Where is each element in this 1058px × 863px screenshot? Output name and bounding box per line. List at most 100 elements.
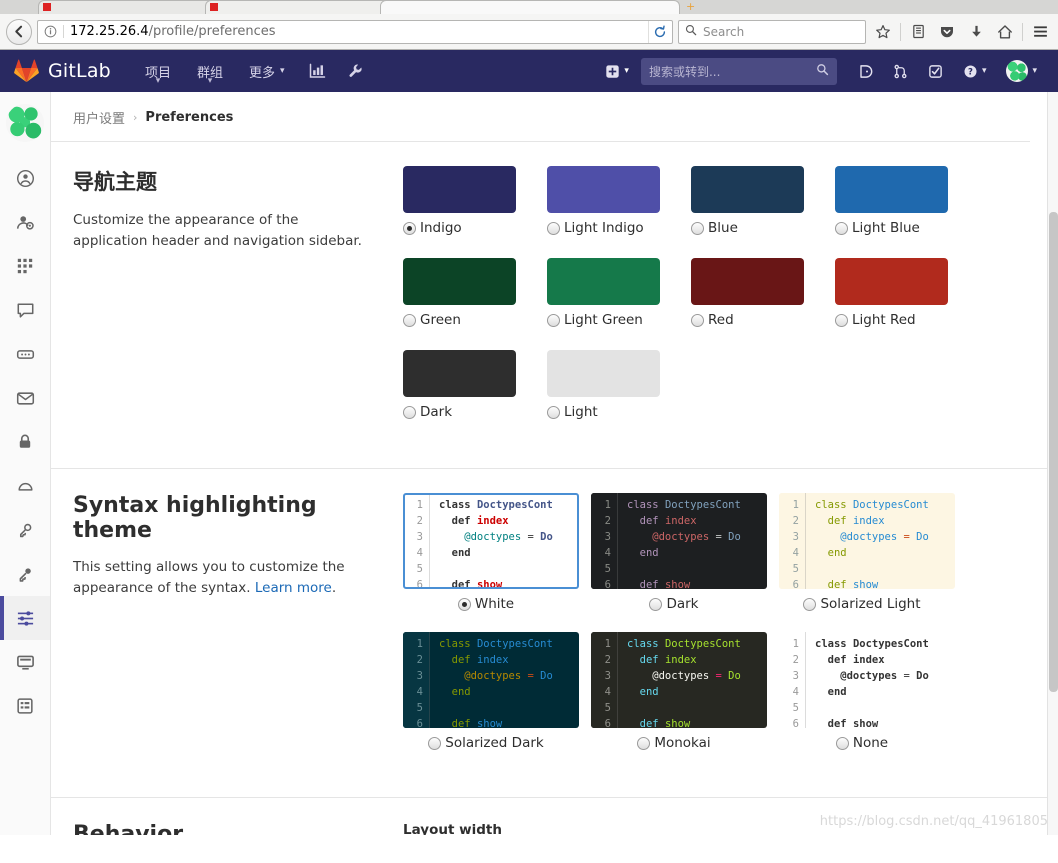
sidebar-item-authentication-log[interactable] bbox=[0, 684, 50, 728]
sidebar-item-chat[interactable] bbox=[0, 288, 50, 332]
syntax-theme-option[interactable]: 1 2 3 4 5 6 class DoctypesCont def index … bbox=[591, 493, 779, 612]
syntax-theme-radio[interactable] bbox=[457, 597, 471, 611]
url-text[interactable]: 172.25.26.4/profile/preferences bbox=[70, 24, 648, 39]
library-button[interactable] bbox=[906, 20, 930, 44]
nav-theme-radio[interactable] bbox=[547, 221, 560, 235]
nav-theme-option[interactable]: Blue bbox=[691, 166, 835, 236]
nav-projects[interactable]: 项目 ▾ bbox=[133, 50, 183, 92]
create-new-button[interactable]: ▾ bbox=[597, 57, 637, 85]
nav-theme-label[interactable]: Dark bbox=[403, 404, 547, 420]
syntax-theme-option[interactable]: 1 2 3 4 5 6 class DoctypesCont def index … bbox=[779, 632, 967, 751]
nav-theme-label[interactable]: Indigo bbox=[403, 220, 547, 236]
info-circle-icon[interactable] bbox=[44, 25, 64, 38]
nav-theme-option[interactable]: Red bbox=[691, 258, 835, 328]
nav-theme-label[interactable]: Light Green bbox=[547, 312, 691, 328]
nav-theme-label[interactable]: Light bbox=[547, 404, 691, 420]
syntax-theme-label[interactable]: Monokai bbox=[591, 735, 779, 751]
sidebar-item-password[interactable] bbox=[0, 420, 50, 464]
sidebar-item-account[interactable] bbox=[0, 200, 50, 244]
nav-theme-radio[interactable] bbox=[691, 221, 704, 235]
sidebar-item-gpg-keys[interactable] bbox=[0, 552, 50, 596]
syntax-theme-preview[interactable]: 1 2 3 4 5 6 class DoctypesCont def index … bbox=[403, 493, 579, 589]
syntax-theme-preview[interactable]: 1 2 3 4 5 6 class DoctypesCont def index … bbox=[403, 632, 579, 728]
sidebar-item-access-tokens[interactable] bbox=[0, 332, 50, 376]
nav-theme-option[interactable]: Light Green bbox=[547, 258, 691, 328]
profile-avatar[interactable] bbox=[6, 104, 44, 142]
gitlab-search-box[interactable]: 搜索或转到... bbox=[640, 57, 837, 85]
syntax-theme-label[interactable]: Solarized Light bbox=[779, 596, 967, 612]
sidebar-item-profile[interactable] bbox=[0, 156, 50, 200]
nav-theme-swatch[interactable] bbox=[835, 166, 948, 213]
syntax-theme-label[interactable]: Dark bbox=[591, 596, 779, 612]
nav-theme-radio[interactable] bbox=[691, 313, 704, 327]
help-button[interactable]: ? ▾ bbox=[954, 50, 996, 92]
user-menu-button[interactable]: ▾ bbox=[997, 50, 1046, 92]
syntax-theme-radio[interactable] bbox=[637, 736, 651, 750]
breadcrumb-parent[interactable]: 用户设置 bbox=[73, 108, 125, 127]
nav-theme-radio[interactable] bbox=[547, 313, 560, 327]
syntax-theme-radio[interactable] bbox=[803, 597, 817, 611]
nav-theme-swatch[interactable] bbox=[547, 166, 660, 213]
syntax-theme-radio[interactable] bbox=[835, 736, 849, 750]
nav-theme-label[interactable]: Light Blue bbox=[835, 220, 979, 236]
scrollbar-thumb[interactable] bbox=[1049, 212, 1058, 692]
syntax-theme-preview[interactable]: 1 2 3 4 5 6 class DoctypesCont def index … bbox=[591, 632, 767, 728]
nav-theme-label[interactable]: Light Red bbox=[835, 312, 979, 328]
url-bar[interactable]: 172.25.26.4/profile/preferences bbox=[37, 19, 673, 44]
nav-theme-swatch[interactable] bbox=[835, 258, 948, 305]
nav-theme-radio[interactable] bbox=[403, 405, 416, 419]
syntax-theme-preview[interactable]: 1 2 3 4 5 6 class DoctypesCont def index … bbox=[779, 493, 955, 589]
downloads-button[interactable] bbox=[964, 20, 988, 44]
nav-theme-option[interactable]: Dark bbox=[403, 350, 547, 420]
sidebar-item-active-sessions[interactable] bbox=[0, 640, 50, 684]
sidebar-item-applications[interactable] bbox=[0, 244, 50, 288]
nav-theme-radio[interactable] bbox=[403, 221, 416, 235]
nav-theme-option[interactable]: Light bbox=[547, 350, 691, 420]
nav-theme-label[interactable]: Blue bbox=[691, 220, 835, 236]
gitlab-home-link[interactable]: GitLab bbox=[14, 59, 111, 83]
nav-theme-option[interactable]: Light Indigo bbox=[547, 166, 691, 236]
nav-theme-swatch[interactable] bbox=[691, 166, 804, 213]
nav-theme-label[interactable]: Green bbox=[403, 312, 547, 328]
nav-theme-option[interactable]: Light Blue bbox=[835, 166, 979, 236]
nav-theme-option[interactable]: Light Red bbox=[835, 258, 979, 328]
nav-theme-swatch[interactable] bbox=[547, 258, 660, 305]
learn-more-link[interactable]: Learn more bbox=[255, 580, 332, 596]
sidebar-item-emails[interactable] bbox=[0, 376, 50, 420]
new-tab-button[interactable]: + bbox=[686, 1, 695, 13]
nav-theme-option[interactable]: Indigo bbox=[403, 166, 547, 236]
nav-more[interactable]: 更多 ▾ bbox=[237, 50, 297, 92]
nav-activity[interactable] bbox=[299, 50, 336, 92]
menu-button[interactable] bbox=[1028, 20, 1052, 44]
nav-theme-radio[interactable] bbox=[403, 313, 416, 327]
bookmark-star-button[interactable] bbox=[871, 20, 895, 44]
browser-search-bar[interactable]: Search bbox=[678, 19, 866, 44]
nav-theme-swatch[interactable] bbox=[403, 258, 516, 305]
pocket-button[interactable] bbox=[935, 20, 959, 44]
sidebar-item-ssh-keys[interactable] bbox=[0, 508, 50, 552]
reload-button[interactable] bbox=[648, 20, 670, 43]
nav-theme-label[interactable]: Light Indigo bbox=[547, 220, 691, 236]
todos-button[interactable] bbox=[919, 50, 952, 92]
syntax-theme-option[interactable]: 1 2 3 4 5 6 class DoctypesCont def index … bbox=[403, 493, 591, 612]
syntax-theme-radio[interactable] bbox=[649, 597, 663, 611]
syntax-theme-preview[interactable]: 1 2 3 4 5 6 class DoctypesCont def index … bbox=[779, 632, 955, 728]
browser-tab-active[interactable] bbox=[380, 0, 680, 14]
back-button[interactable] bbox=[6, 18, 32, 45]
sidebar-item-notifications[interactable] bbox=[0, 464, 50, 508]
page-scrollbar[interactable] bbox=[1047, 92, 1058, 835]
syntax-theme-option[interactable]: 1 2 3 4 5 6 class DoctypesCont def index … bbox=[591, 632, 779, 751]
merge-requests-button[interactable] bbox=[884, 50, 917, 92]
nav-admin[interactable] bbox=[338, 50, 373, 92]
nav-theme-label[interactable]: Red bbox=[691, 312, 835, 328]
syntax-theme-label[interactable]: None bbox=[779, 735, 967, 751]
home-button[interactable] bbox=[993, 20, 1017, 44]
nav-theme-swatch[interactable] bbox=[691, 258, 804, 305]
syntax-theme-option[interactable]: 1 2 3 4 5 6 class DoctypesCont def index … bbox=[403, 632, 591, 751]
syntax-theme-option[interactable]: 1 2 3 4 5 6 class DoctypesCont def index … bbox=[779, 493, 967, 612]
nav-theme-option[interactable]: Green bbox=[403, 258, 547, 328]
nav-theme-radio[interactable] bbox=[547, 405, 560, 419]
nav-theme-radio[interactable] bbox=[835, 221, 848, 235]
nav-theme-swatch[interactable] bbox=[403, 350, 516, 397]
sidebar-item-preferences[interactable] bbox=[0, 596, 50, 640]
